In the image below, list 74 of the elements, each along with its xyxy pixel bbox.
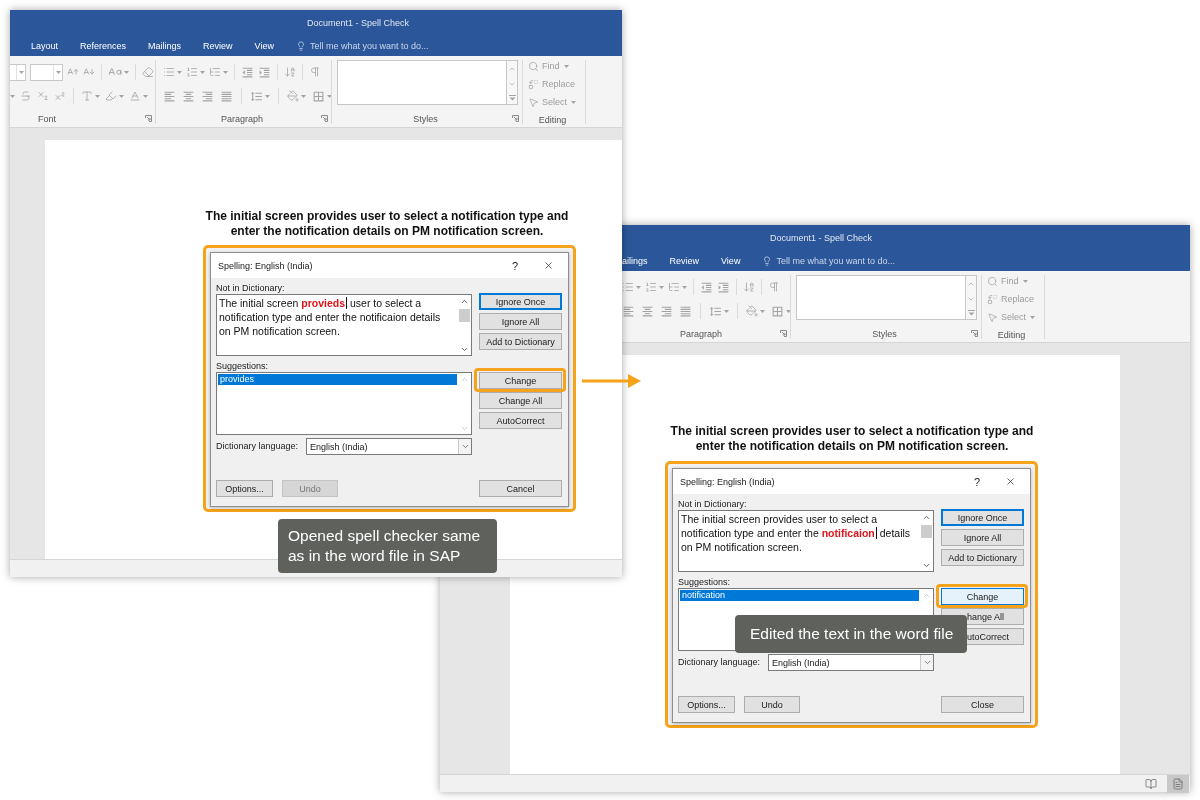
scroll-up-icon[interactable]: [922, 513, 931, 522]
ribbon-tab[interactable]: Review: [669, 251, 700, 271]
ribbon-tab[interactable]: References: [80, 36, 127, 56]
field-label: Suggestions:: [216, 360, 269, 372]
annotation-tooltip: Edited the text in the word file: [735, 615, 967, 653]
not-in-dictionary-field[interactable]: The initial screen provides user to select a notification type and enter the notificaion details on PM notification screen.: [678, 510, 934, 572]
ribbon-tab[interactable]: Layout: [31, 36, 59, 56]
group-label: Editing: [997, 329, 1026, 340]
scroll-down-icon[interactable]: [922, 561, 931, 570]
lightbulb-icon[interactable]: [295, 41, 306, 51]
page-icon[interactable]: [1167, 774, 1189, 793]
group-label: Paragraph: [221, 113, 263, 124]
dialog-button[interactable]: Options...: [678, 696, 735, 713]
group-label: Styles: [413, 113, 438, 124]
annotation-tooltip: Opened spell checker same as in the word file in SAP: [278, 519, 497, 573]
ribbon-tab[interactable]: Review: [203, 36, 233, 56]
window-title: Document1 - Spell Check: [307, 18, 410, 28]
ribbon-tab[interactable]: View: [254, 36, 274, 56]
chevron-down-icon[interactable]: [460, 442, 470, 451]
field-label: Dictionary language:: [216, 440, 299, 453]
dialog-button[interactable]: Ignore Once: [479, 293, 562, 310]
document-heading: The initial screen provides user to select a notification type and enter the notification details on PM notification screen.: [669, 424, 1035, 453]
dialog-button[interactable]: Ignore Once: [941, 509, 1024, 526]
dialog-button[interactable]: Change All: [479, 392, 562, 409]
dialog-button[interactable]: AutoCorrect: [479, 412, 562, 429]
dialog-button[interactable]: Change: [941, 588, 1024, 605]
dialog-button[interactable]: Add to Dictionary: [479, 333, 562, 350]
ribbon-tab[interactable]: Mailings: [148, 36, 182, 56]
suggestion-item[interactable]: notification: [680, 590, 919, 601]
dialog-button[interactable]: Change: [479, 372, 562, 389]
dialog-button[interactable]: Options...: [216, 480, 273, 497]
scrollbar-thumb[interactable]: [921, 525, 932, 538]
dialog-button[interactable]: Ignore All: [941, 529, 1024, 546]
arrow: [582, 373, 642, 389]
dialog-button[interactable]: Cancel: [479, 480, 562, 497]
window-title: Document1 - Spell Check: [770, 233, 873, 243]
dialog-title: Spelling: English (India): [680, 476, 775, 487]
sentence-text: The initial screen provieds user to select a notification type and enter the notificaion details on PM notification screen.: [218, 296, 442, 339]
dialog-title: Spelling: English (India): [218, 260, 313, 271]
ribbon-tab[interactable]: ailings: [622, 251, 648, 271]
document-heading: The initial screen provides user to select a notification type and enter the notification details on PM notification screen.: [204, 209, 570, 238]
field-label: Not in Dictionary:: [678, 498, 747, 510]
close-icon[interactable]: [1005, 476, 1016, 487]
caret-icon[interactable]: [18, 70, 24, 74]
close-icon[interactable]: [543, 260, 554, 271]
field-label: Dictionary language:: [678, 656, 761, 669]
caret-icon[interactable]: [55, 70, 61, 74]
group-label: Font: [38, 113, 56, 124]
group-label: Paragraph: [680, 328, 722, 339]
field-label: Suggestions:: [678, 576, 731, 588]
field-label: Not in Dictionary:: [216, 282, 285, 294]
help-button[interactable]: ?: [511, 259, 518, 272]
tell-me-field[interactable]: Tell me what you want to do...: [309, 40, 438, 52]
scroll-up-icon[interactable]: [460, 297, 469, 306]
not-in-dictionary-field[interactable]: The initial screen provieds user to select a notification type and enter the notificaion details on PM notification screen.: [216, 294, 472, 356]
language-dropdown[interactable]: English (India): [768, 654, 934, 671]
dialog-button[interactable]: Add to Dictionary: [941, 549, 1024, 566]
suggestion-item[interactable]: provides: [218, 374, 457, 385]
lightbulb-icon[interactable]: [762, 256, 773, 266]
sentence-text: The initial screen provides user to select a notification type and enter the notificaion details on PM notification screen.: [680, 512, 912, 555]
group-label: Editing: [538, 114, 567, 125]
help-button[interactable]: ?: [973, 475, 980, 488]
tell-me-field[interactable]: Tell me what you want to do...: [776, 255, 905, 267]
dialog-button[interactable]: Undo: [744, 696, 800, 713]
scrollbar-thumb[interactable]: [459, 309, 470, 322]
group-label: Styles: [872, 328, 897, 339]
scroll-down-icon[interactable]: [460, 345, 469, 354]
chevron-down-icon[interactable]: [922, 658, 932, 667]
dialog-button[interactable]: Ignore All: [479, 313, 562, 330]
ribbon-tab[interactable]: View: [721, 251, 741, 271]
language-dropdown[interactable]: English (India): [306, 438, 472, 455]
dialog-button[interactable]: Close: [941, 696, 1024, 713]
book-icon[interactable]: [1145, 777, 1157, 790]
suggestions-list[interactable]: provides: [216, 372, 472, 435]
